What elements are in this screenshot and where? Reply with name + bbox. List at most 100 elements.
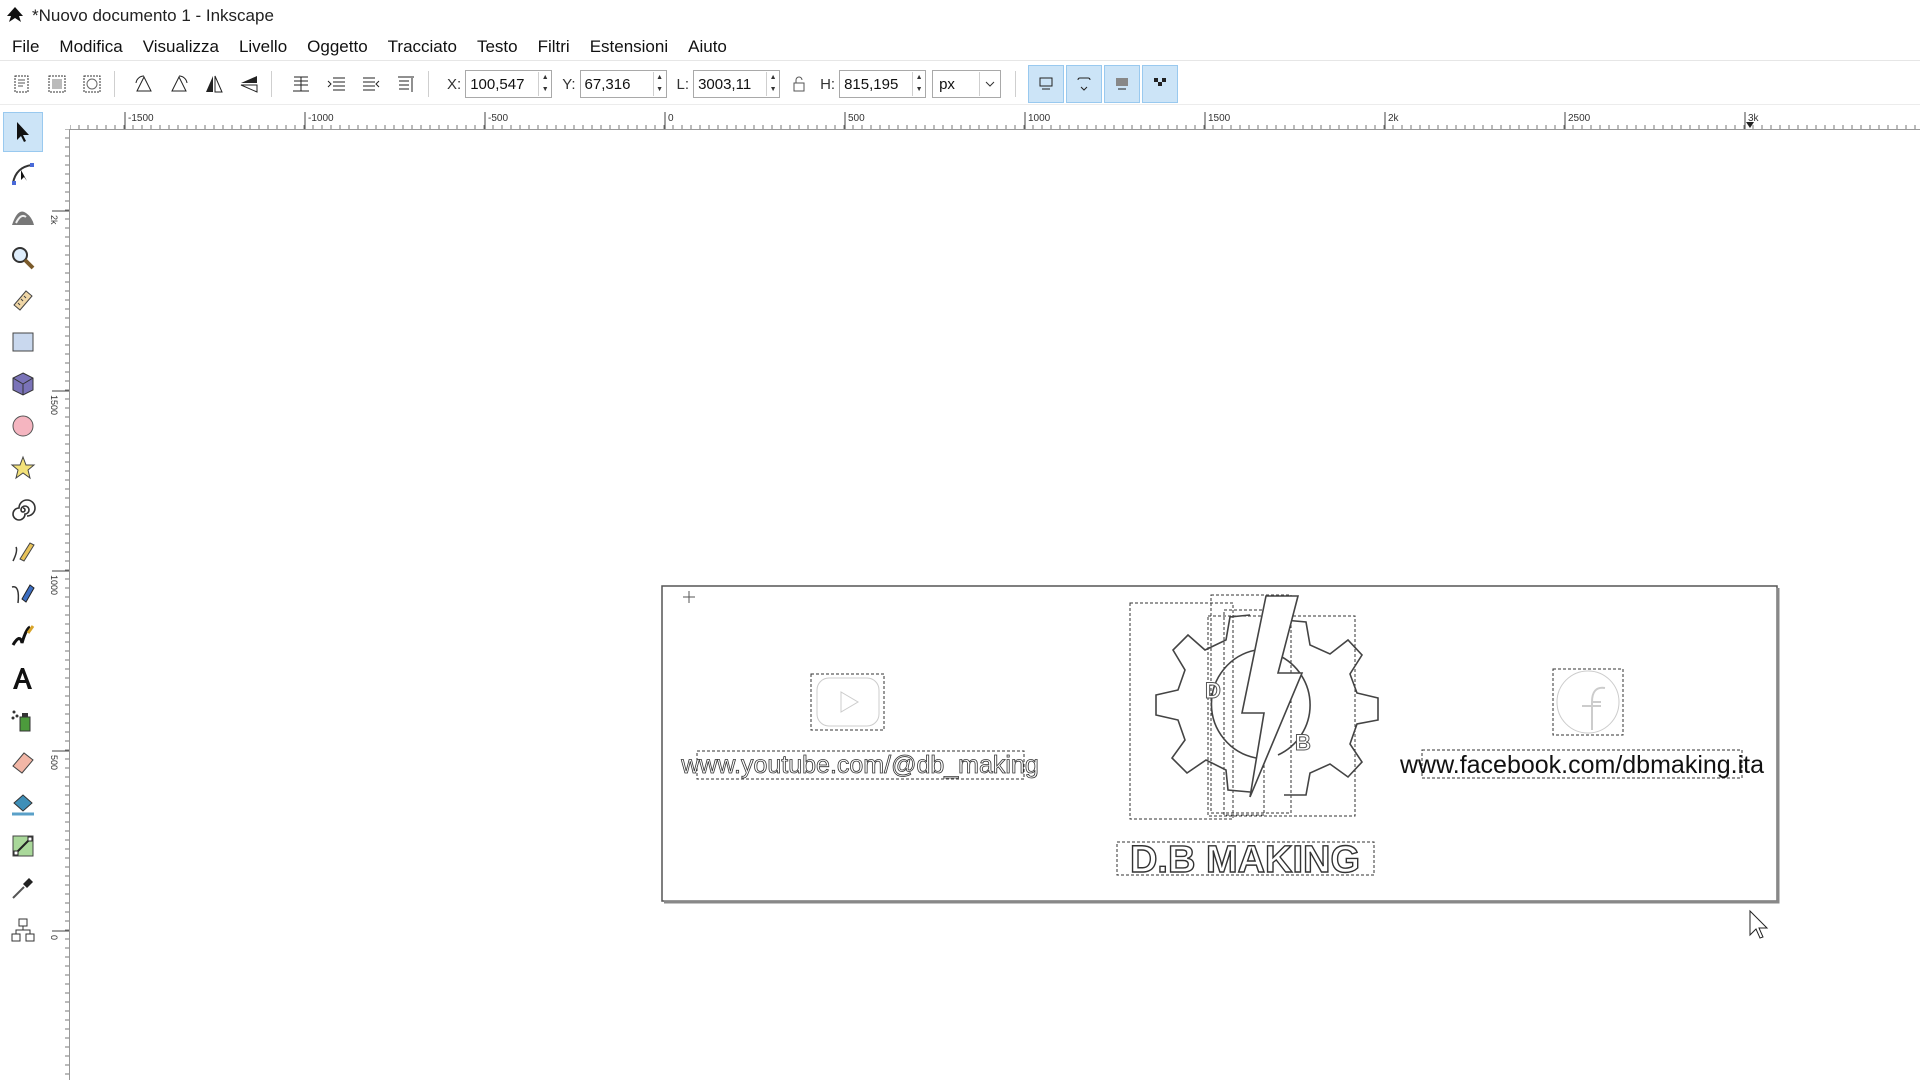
vertical-ruler[interactable]: 2k 1500 1000 500 0 [50, 129, 70, 1080]
facebook-text-group[interactable]: www.facebook.com/dbmaking.ita [1399, 749, 1764, 779]
width-value[interactable]: 3003,11 [694, 76, 766, 93]
text-tool[interactable] [3, 658, 43, 698]
y-spinner[interactable]: ▲ ▼ [652, 72, 666, 96]
scale-corners-icon [1077, 77, 1091, 91]
zoom-tool[interactable] [3, 238, 43, 278]
rotate-ccw-button[interactable] [130, 70, 158, 98]
selector-tool[interactable] [3, 112, 43, 152]
flip-horizontal-button[interactable] [200, 70, 228, 98]
spin-down-icon[interactable]: ▼ [539, 84, 551, 96]
spin-up-icon[interactable]: ▲ [539, 72, 551, 84]
menu-filtri[interactable]: Filtri [538, 37, 570, 57]
unit-value[interactable]: px [933, 76, 979, 93]
arrow-pointer-icon [17, 122, 29, 142]
height-spinner[interactable]: ▲ ▼ [912, 72, 925, 96]
ruler-label: 1500 [50, 395, 59, 415]
height-label: H: [820, 75, 836, 93]
spin-down-icon[interactable]: ▼ [913, 84, 925, 96]
spin-up-icon[interactable]: ▲ [654, 72, 666, 84]
x-spinner[interactable]: ▲ ▼ [538, 72, 551, 96]
node-edit-icon [12, 163, 34, 185]
ellipse-tool[interactable] [3, 406, 43, 446]
calligraphy-tool[interactable] [3, 616, 43, 656]
ruler-label: 1000 [50, 575, 59, 595]
move-patterns-toggle[interactable] [1142, 65, 1179, 103]
chevron-down-icon[interactable] [979, 72, 1000, 96]
toolbar-separator [114, 71, 115, 97]
width-spinner[interactable]: ▲ ▼ [766, 72, 779, 96]
tweak-tool[interactable] [3, 196, 43, 236]
select-all-layers-button[interactable] [43, 70, 71, 98]
ruler-label: 2500 [1568, 113, 1591, 124]
menu-oggetto[interactable]: Oggetto [307, 37, 368, 57]
circle-icon [12, 415, 34, 437]
spin-down-icon[interactable]: ▼ [654, 84, 666, 96]
menu-livello[interactable]: Livello [239, 37, 287, 57]
menu-estensioni[interactable]: Estensioni [590, 37, 668, 57]
menu-aiuto[interactable]: Aiuto [688, 37, 727, 57]
facebook-url-text[interactable]: www.facebook.com/dbmaking.ita [1399, 751, 1764, 779]
unit-select[interactable]: px [932, 70, 1002, 98]
menu-file[interactable]: File [12, 37, 39, 57]
spin-down-icon[interactable]: ▼ [767, 84, 779, 96]
flip-vertical-button[interactable] [235, 70, 263, 98]
db-making-title-group[interactable]: D.B MAKING [1116, 838, 1375, 882]
spin-up-icon[interactable]: ▲ [913, 72, 925, 84]
lock-proportions-button[interactable] [788, 70, 810, 98]
scale-stroke-icon [1039, 77, 1053, 90]
y-field[interactable]: 67,316 ▲ ▼ [579, 70, 667, 98]
ruler-label: 500 [848, 113, 865, 124]
dropper-tool[interactable] [3, 868, 43, 908]
text-icon [13, 668, 32, 689]
spray-icon [11, 710, 31, 732]
window-title: *Nuovo documento 1 - Inkscape [32, 6, 274, 25]
youtube-url-text[interactable]: www.youtube.com/@db_making [680, 751, 1039, 780]
star-icon [10, 455, 36, 480]
node-tool[interactable] [3, 154, 43, 194]
canvas[interactable]: www.youtube.com/@db_making www.facebook.… [70, 130, 1920, 1080]
paint-bucket-tool[interactable] [3, 784, 43, 824]
y-label: Y: [562, 75, 576, 93]
select-all-button[interactable] [8, 70, 36, 98]
gradient-tool[interactable] [3, 826, 43, 866]
x-field[interactable]: 100,547 ▲ ▼ [465, 70, 553, 98]
raise-button[interactable] [357, 70, 385, 98]
menu-testo[interactable]: Testo [477, 37, 518, 57]
lower-to-bottom-button[interactable] [287, 70, 315, 98]
width-field[interactable]: 3003,11 ▲ ▼ [693, 70, 781, 98]
spray-tool[interactable] [3, 700, 43, 740]
connector-tool[interactable] [3, 910, 43, 950]
pen-tool[interactable] [3, 574, 43, 614]
x-value[interactable]: 100,547 [466, 76, 538, 93]
pencil-tool[interactable] [3, 532, 43, 572]
pencil-icon [12, 542, 35, 562]
height-value[interactable]: 815,195 [840, 76, 912, 93]
spiral-tool[interactable] [3, 490, 43, 530]
lower-button[interactable] [322, 70, 350, 98]
height-field[interactable]: 815,195 ▲ ▼ [839, 70, 927, 98]
scale-stroke-toggle[interactable] [1028, 65, 1065, 103]
eraser-tool[interactable] [3, 742, 43, 782]
3dbox-tool[interactable] [3, 364, 43, 404]
flip-vertical-icon [240, 76, 258, 93]
raise-to-top-button[interactable] [392, 70, 420, 98]
rotate-cw-button[interactable] [165, 70, 193, 98]
db-making-title[interactable]: D.B MAKING [1129, 838, 1361, 881]
horizontal-ruler[interactable]: -1500-1000-5000500100015002k25003k3500 [70, 110, 1920, 130]
menu-modifica[interactable]: Modifica [59, 37, 122, 57]
rotate-cw-icon [171, 75, 188, 92]
move-gradients-toggle[interactable] [1104, 65, 1141, 103]
menu-visualizza[interactable]: Visualizza [143, 37, 219, 57]
calligraphy-icon [11, 625, 35, 646]
measure-tool[interactable] [3, 280, 43, 320]
rectangle-tool[interactable] [3, 322, 43, 362]
x-label: X: [447, 75, 462, 93]
star-tool[interactable] [3, 448, 43, 488]
y-value[interactable]: 67,316 [581, 76, 653, 93]
deselect-button[interactable] [78, 70, 106, 98]
spin-up-icon[interactable]: ▲ [767, 72, 779, 84]
gradient-icon [12, 835, 34, 857]
menu-tracciato[interactable]: Tracciato [388, 37, 457, 57]
scale-corners-toggle[interactable] [1066, 65, 1103, 103]
youtube-text-group[interactable]: www.youtube.com/@db_making [680, 750, 1039, 780]
